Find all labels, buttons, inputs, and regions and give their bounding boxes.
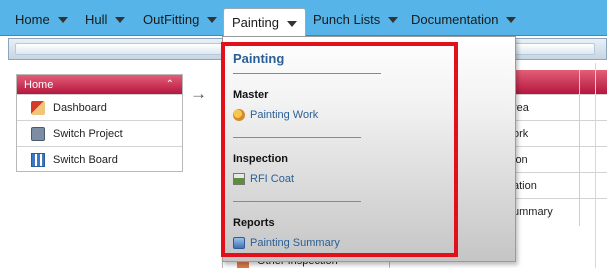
chevron-down-icon <box>115 17 126 23</box>
dashboard-icon <box>31 100 45 115</box>
nav-painting-label: Painting <box>232 15 279 30</box>
highlight-box <box>221 42 458 257</box>
chevron-down-icon <box>506 17 517 23</box>
home-item-label: Switch Project <box>53 127 123 140</box>
nav-punch-lists[interactable]: Punch Lists <box>313 9 399 29</box>
nav-outfitting[interactable]: OutFitting <box>143 9 218 29</box>
home-item-switch-project[interactable]: Switch Project <box>17 120 182 146</box>
home-item-label: Switch Board <box>53 153 118 166</box>
home-panel: Home ⌃ Dashboard Switch Project Switch B… <box>16 74 183 172</box>
divider <box>595 63 596 268</box>
nav-outfitting-label: OutFitting <box>143 11 200 27</box>
nav-home-label: Home <box>15 11 50 27</box>
top-navigation-bar: Home Hull OutFitting Painting Punch List… <box>0 0 607 36</box>
chevron-down-icon <box>207 17 218 23</box>
chevron-down-icon <box>57 17 68 23</box>
background-row-label: ation <box>513 179 537 192</box>
nav-painting[interactable]: Painting <box>223 8 306 36</box>
home-item-switch-board[interactable]: Switch Board <box>17 146 182 172</box>
background-row-label: ummary <box>513 205 553 218</box>
arrow-right-icon: → <box>190 84 207 103</box>
nav-hull[interactable]: Hull <box>85 9 126 29</box>
home-item-dashboard[interactable]: Dashboard <box>17 94 182 120</box>
switch-project-icon <box>31 126 45 141</box>
chevron-down-icon <box>388 17 399 23</box>
nav-documentation-label: Documentation <box>411 11 499 27</box>
home-panel-header[interactable]: Home ⌃ <box>17 75 182 94</box>
app-page: Home Hull OutFitting Painting Punch List… <box>0 0 607 268</box>
switch-board-icon <box>31 152 45 167</box>
nav-home[interactable]: Home <box>15 9 68 29</box>
collapse-icon[interactable]: ⌃ <box>166 79 174 90</box>
home-panel-title: Home <box>24 78 54 91</box>
nav-hull-label: Hull <box>85 11 108 27</box>
divider <box>579 70 580 226</box>
home-item-label: Dashboard <box>53 101 107 114</box>
nav-punch-lists-label: Punch Lists <box>313 11 381 27</box>
nav-documentation[interactable]: Documentation <box>411 9 517 29</box>
chevron-down-icon <box>286 20 297 27</box>
